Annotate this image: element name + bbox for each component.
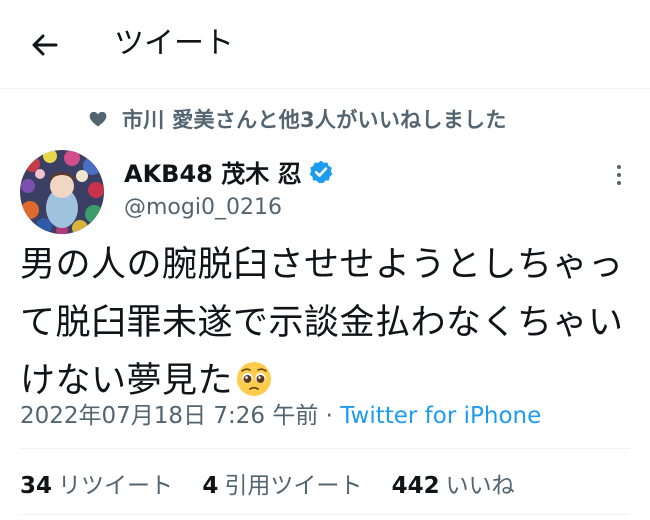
tweet-meta: 2022年07月18日 7:26 午前 · Twitter for iPhone bbox=[20, 396, 541, 430]
quotes-label: 引用ツイート bbox=[224, 473, 363, 499]
back-button[interactable] bbox=[28, 28, 62, 62]
verified-badge-icon bbox=[309, 160, 332, 183]
more-options-button[interactable] bbox=[604, 160, 634, 190]
more-vertical-icon bbox=[617, 165, 621, 185]
likes-count: 442 bbox=[391, 473, 440, 499]
divider bbox=[20, 448, 630, 449]
source-link[interactable]: Twitter for iPhone bbox=[340, 403, 541, 429]
heart-icon bbox=[89, 111, 107, 127]
divider bbox=[20, 514, 630, 515]
timestamp[interactable]: 2022年07月18日 7:26 午前 bbox=[20, 403, 318, 429]
tweet-body: 男の人の腕脱臼させせようとしちゃって脱臼罪未遂で示談金払わなくちゃいけない夢見た bbox=[20, 245, 624, 401]
avatar[interactable] bbox=[20, 150, 104, 234]
pleading-face-emoji bbox=[235, 358, 273, 396]
retweets-label: リツイート bbox=[58, 473, 174, 499]
arrow-left-icon bbox=[32, 34, 58, 56]
top-bar: ツイート bbox=[0, 0, 650, 88]
author-name-row[interactable]: AKB48 茂木 忍 bbox=[124, 154, 334, 189]
social-context-text: 市川 愛美さんと他3人がいいねしました bbox=[122, 108, 507, 132]
tweet-stats: 34 リツイート 4 引用ツイート 442 いいね bbox=[20, 466, 537, 500]
meta-separator: · bbox=[325, 403, 333, 429]
page-title: ツイート bbox=[114, 26, 234, 61]
handle[interactable]: @mogi0_0216 bbox=[124, 195, 282, 220]
quotes-count: 4 bbox=[202, 473, 219, 499]
likes-stat[interactable]: 442 いいね bbox=[392, 466, 515, 500]
display-name[interactable]: AKB48 茂木 忍 bbox=[124, 154, 302, 189]
quotes-stat[interactable]: 4 引用ツイート bbox=[202, 466, 362, 500]
retweets-count: 34 bbox=[20, 473, 53, 499]
tweet-text: 男の人の腕脱臼させせようとしちゃって脱臼罪未遂で示談金払わなくちゃいけない夢見た bbox=[20, 236, 635, 410]
divider bbox=[0, 88, 650, 89]
social-context[interactable]: 市川 愛美さんと他3人がいいねしました bbox=[88, 104, 507, 134]
likes-label: いいね bbox=[445, 473, 515, 499]
retweets-stat[interactable]: 34 リツイート bbox=[20, 466, 173, 500]
